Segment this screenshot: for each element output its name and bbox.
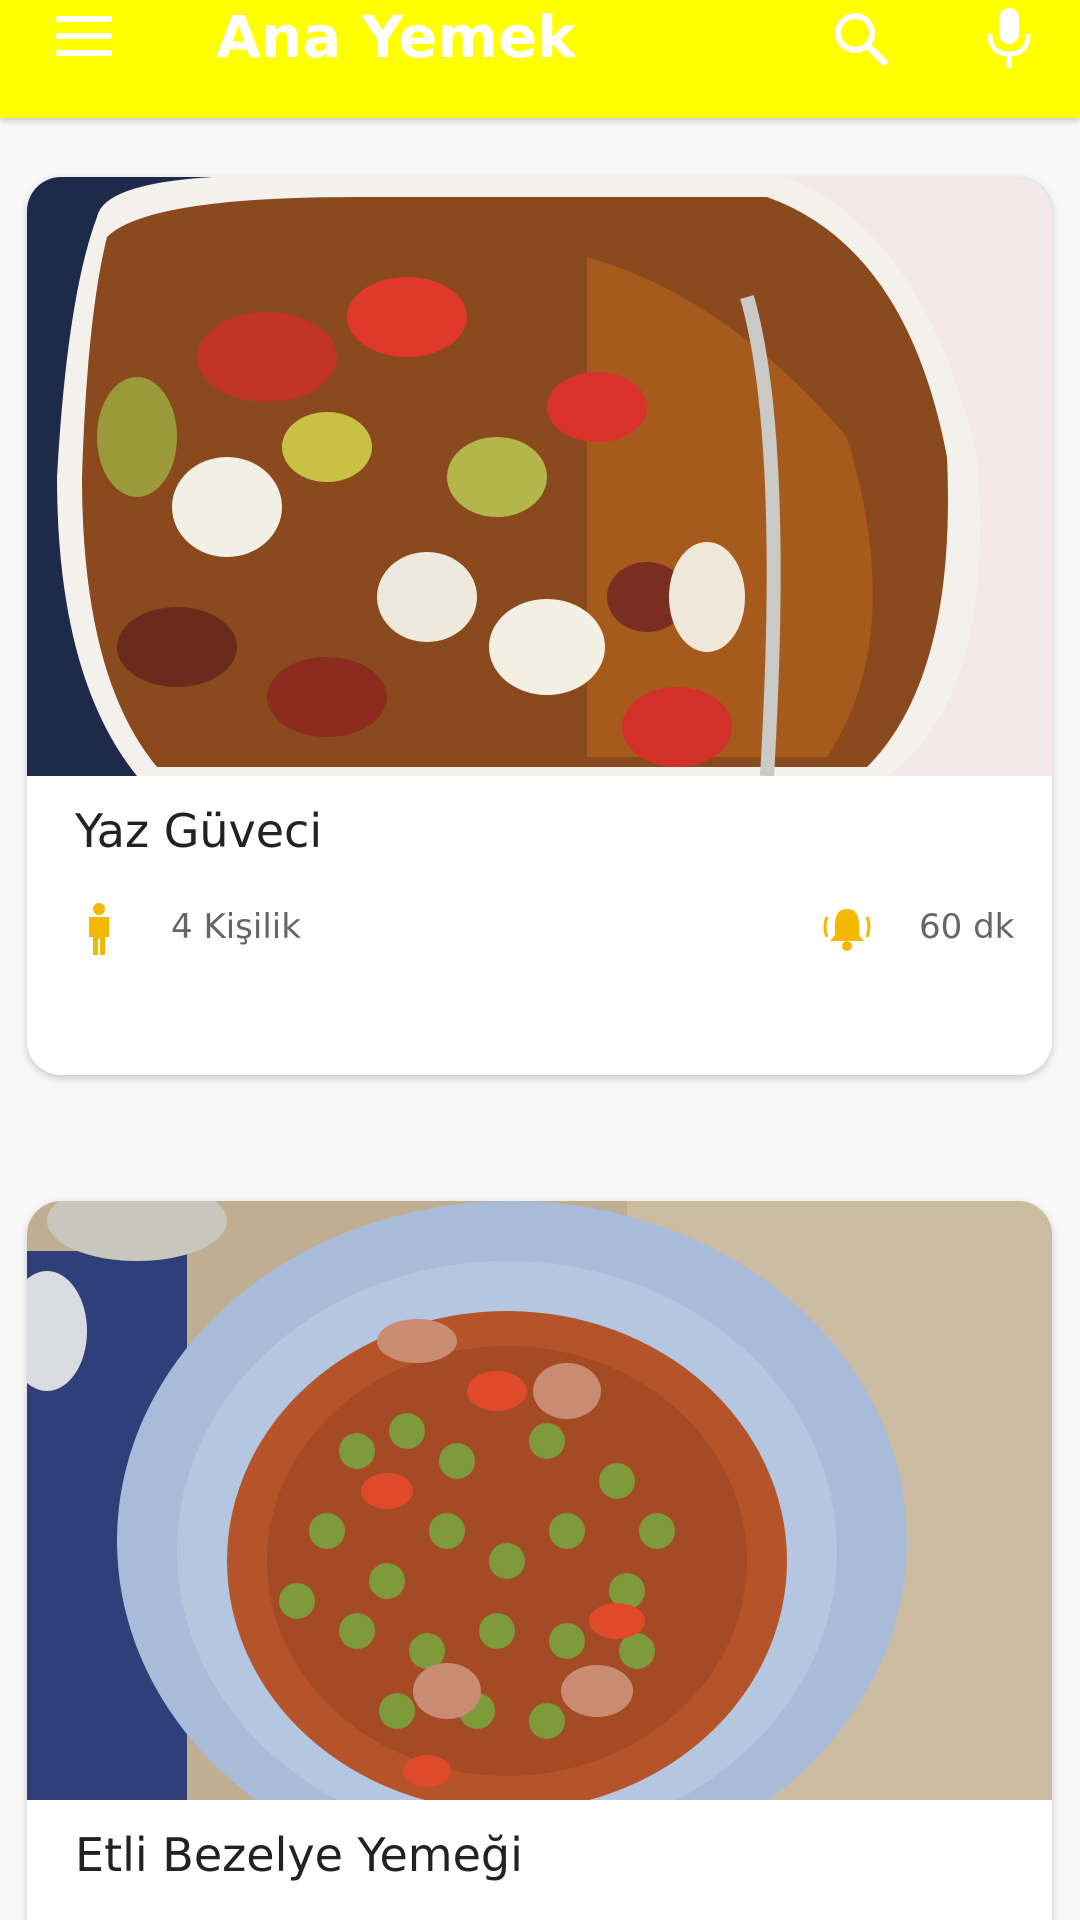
recipe-photo	[27, 177, 1052, 776]
recipe-photo	[27, 1201, 1052, 1800]
recipe-card[interactable]: Etli Bezelye Yemeği	[27, 1201, 1052, 1920]
recipe-name: Etli Bezelye Yemeği	[75, 1828, 523, 1882]
recipe-name: Yaz Güveci	[75, 804, 323, 858]
person-icon	[89, 903, 109, 955]
ringing-bell-icon	[823, 909, 871, 951]
search-icon	[835, 13, 888, 66]
menu-button[interactable]	[48, 8, 120, 64]
search-button[interactable]	[826, 4, 896, 74]
recipe-time: 60 dk	[919, 907, 1015, 947]
recipe-card[interactable]: Yaz Güveci 4 Kişilik 60 dk	[27, 177, 1052, 1075]
recipe-list: Yaz Güveci 4 Kişilik 60 dk Etli Bezelye …	[0, 118, 1080, 1920]
app-bar: Ana Yemek	[0, 0, 1080, 118]
microphone-icon	[987, 8, 1031, 68]
recipe-servings: 4 Kişilik	[171, 907, 301, 947]
page-title: Ana Yemek	[216, 3, 576, 71]
voice-search-button[interactable]	[974, 4, 1044, 74]
